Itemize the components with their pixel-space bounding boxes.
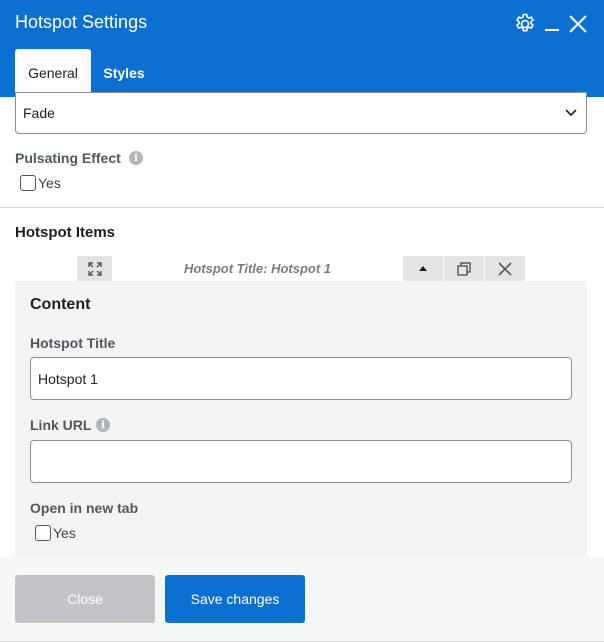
section-divider [0, 207, 604, 208]
new-tab-checkbox[interactable] [35, 525, 51, 541]
expand-icon [87, 261, 102, 276]
animation-select-value: Fade [23, 105, 55, 121]
hotspot-title-input[interactable]: Hotspot 1 [30, 357, 572, 400]
tab-styles[interactable]: Styles [91, 49, 157, 97]
link-url-label: Link URL [30, 417, 92, 433]
move-up-button[interactable] [403, 256, 443, 281]
chevron-down-icon [565, 109, 577, 117]
tab-general-label: General [28, 65, 78, 81]
info-icon: i [129, 151, 143, 165]
content-heading: Content [30, 296, 91, 313]
duplicate-icon [457, 261, 471, 276]
info-icon: i [96, 418, 110, 432]
pulsating-checkbox[interactable] [20, 175, 36, 191]
pulsating-effect-label: Pulsating Effect [15, 150, 121, 166]
new-tab-checkbox-label: Yes [53, 525, 76, 541]
animation-select[interactable]: Fade [15, 92, 587, 134]
close-icon[interactable] [566, 12, 590, 36]
tab-general[interactable]: General [15, 49, 91, 97]
hotspot-items-heading: Hotspot Items [15, 224, 116, 241]
save-changes-button[interactable]: Save changes [165, 575, 305, 623]
minimize-icon[interactable] [541, 12, 565, 36]
new-tab-label: Open in new tab [30, 500, 139, 516]
dialog-title: Hotspot Settings [15, 12, 148, 32]
close-button[interactable]: Close [15, 575, 155, 623]
arrow-up-icon [419, 265, 427, 271]
pulsating-checkbox-label: Yes [38, 175, 61, 191]
remove-button[interactable] [485, 256, 525, 281]
hotspot-title-label: Hotspot Title [30, 335, 116, 351]
remove-icon [498, 261, 512, 276]
hotspot-title-value: Hotspot 1 [38, 370, 98, 387]
expand-button[interactable] [77, 256, 112, 281]
tab-styles-label: Styles [103, 65, 145, 81]
gear-icon[interactable] [513, 12, 537, 36]
link-url-input[interactable] [30, 440, 572, 483]
duplicate-button[interactable] [444, 256, 484, 281]
hotspot-item-title[interactable]: Hotspot Title: Hotspot 1 [112, 256, 403, 281]
